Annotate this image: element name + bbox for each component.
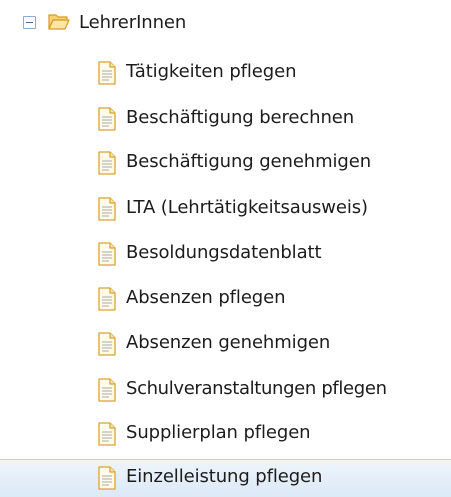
document-icon: [98, 378, 116, 402]
document-icon: [98, 107, 116, 131]
folder-open-icon: [48, 14, 70, 30]
document-icon: [98, 61, 116, 85]
document-icon: [98, 466, 116, 490]
tree-item-einzelleistung-pflegen[interactable]: Einzelleistung pflegen: [0, 459, 451, 497]
tree-item-beschaeftigung-genehmigen[interactable]: Beschäftigung genehmigen: [0, 145, 451, 183]
tree-item-taetigkeiten-pflegen[interactable]: Tätigkeiten pflegen: [0, 55, 451, 93]
tree-item-label: Supplierplan pflegen: [126, 422, 311, 443]
tree-item-beschaeftigung-berechnen[interactable]: Beschäftigung berechnen: [0, 101, 451, 139]
document-icon: [98, 287, 116, 311]
document-icon: [98, 242, 116, 266]
tree-item-absenzen-genehmigen[interactable]: Absenzen genehmigen: [0, 326, 451, 364]
tree-item-absenzen-pflegen[interactable]: Absenzen pflegen: [0, 281, 451, 319]
tree-item-besoldungsdatenblatt[interactable]: Besoldungsdatenblatt: [0, 236, 451, 274]
document-icon: [98, 332, 116, 356]
tree-item-label: Beschäftigung berechnen: [126, 107, 355, 128]
tree-item-supplierplan-pflegen[interactable]: Supplierplan pflegen: [0, 416, 451, 454]
document-icon: [98, 197, 116, 221]
tree-folder-lehrerinnen[interactable]: LehrerInnen: [0, 6, 451, 44]
tree-item-label: Einzelleistung pflegen: [126, 466, 323, 487]
tree-item-label: Besoldungsdatenblatt: [126, 242, 322, 263]
tree-item-schulveranstaltungen-pflegen[interactable]: Schulveranstaltungen pflegen: [0, 372, 451, 410]
tree-item-label: Beschäftigung genehmigen: [126, 151, 372, 172]
folder-label: LehrerInnen: [79, 12, 187, 33]
collapse-minus-icon[interactable]: [23, 16, 36, 29]
document-icon: [98, 422, 116, 446]
tree-item-label: Tätigkeiten pflegen: [126, 61, 297, 82]
tree-item-label: Schulveranstaltungen pflegen: [126, 378, 387, 399]
tree-item-lta[interactable]: LTA (Lehrtätigkeitsausweis): [0, 191, 451, 229]
navigation-tree: LehrerInnen Tätigkeiten pflegen Beschäft…: [0, 0, 451, 497]
tree-item-label: LTA (Lehrtätigkeitsausweis): [126, 197, 368, 218]
document-icon: [98, 151, 116, 175]
tree-item-label: Absenzen pflegen: [126, 287, 286, 308]
tree-item-label: Absenzen genehmigen: [126, 332, 331, 353]
